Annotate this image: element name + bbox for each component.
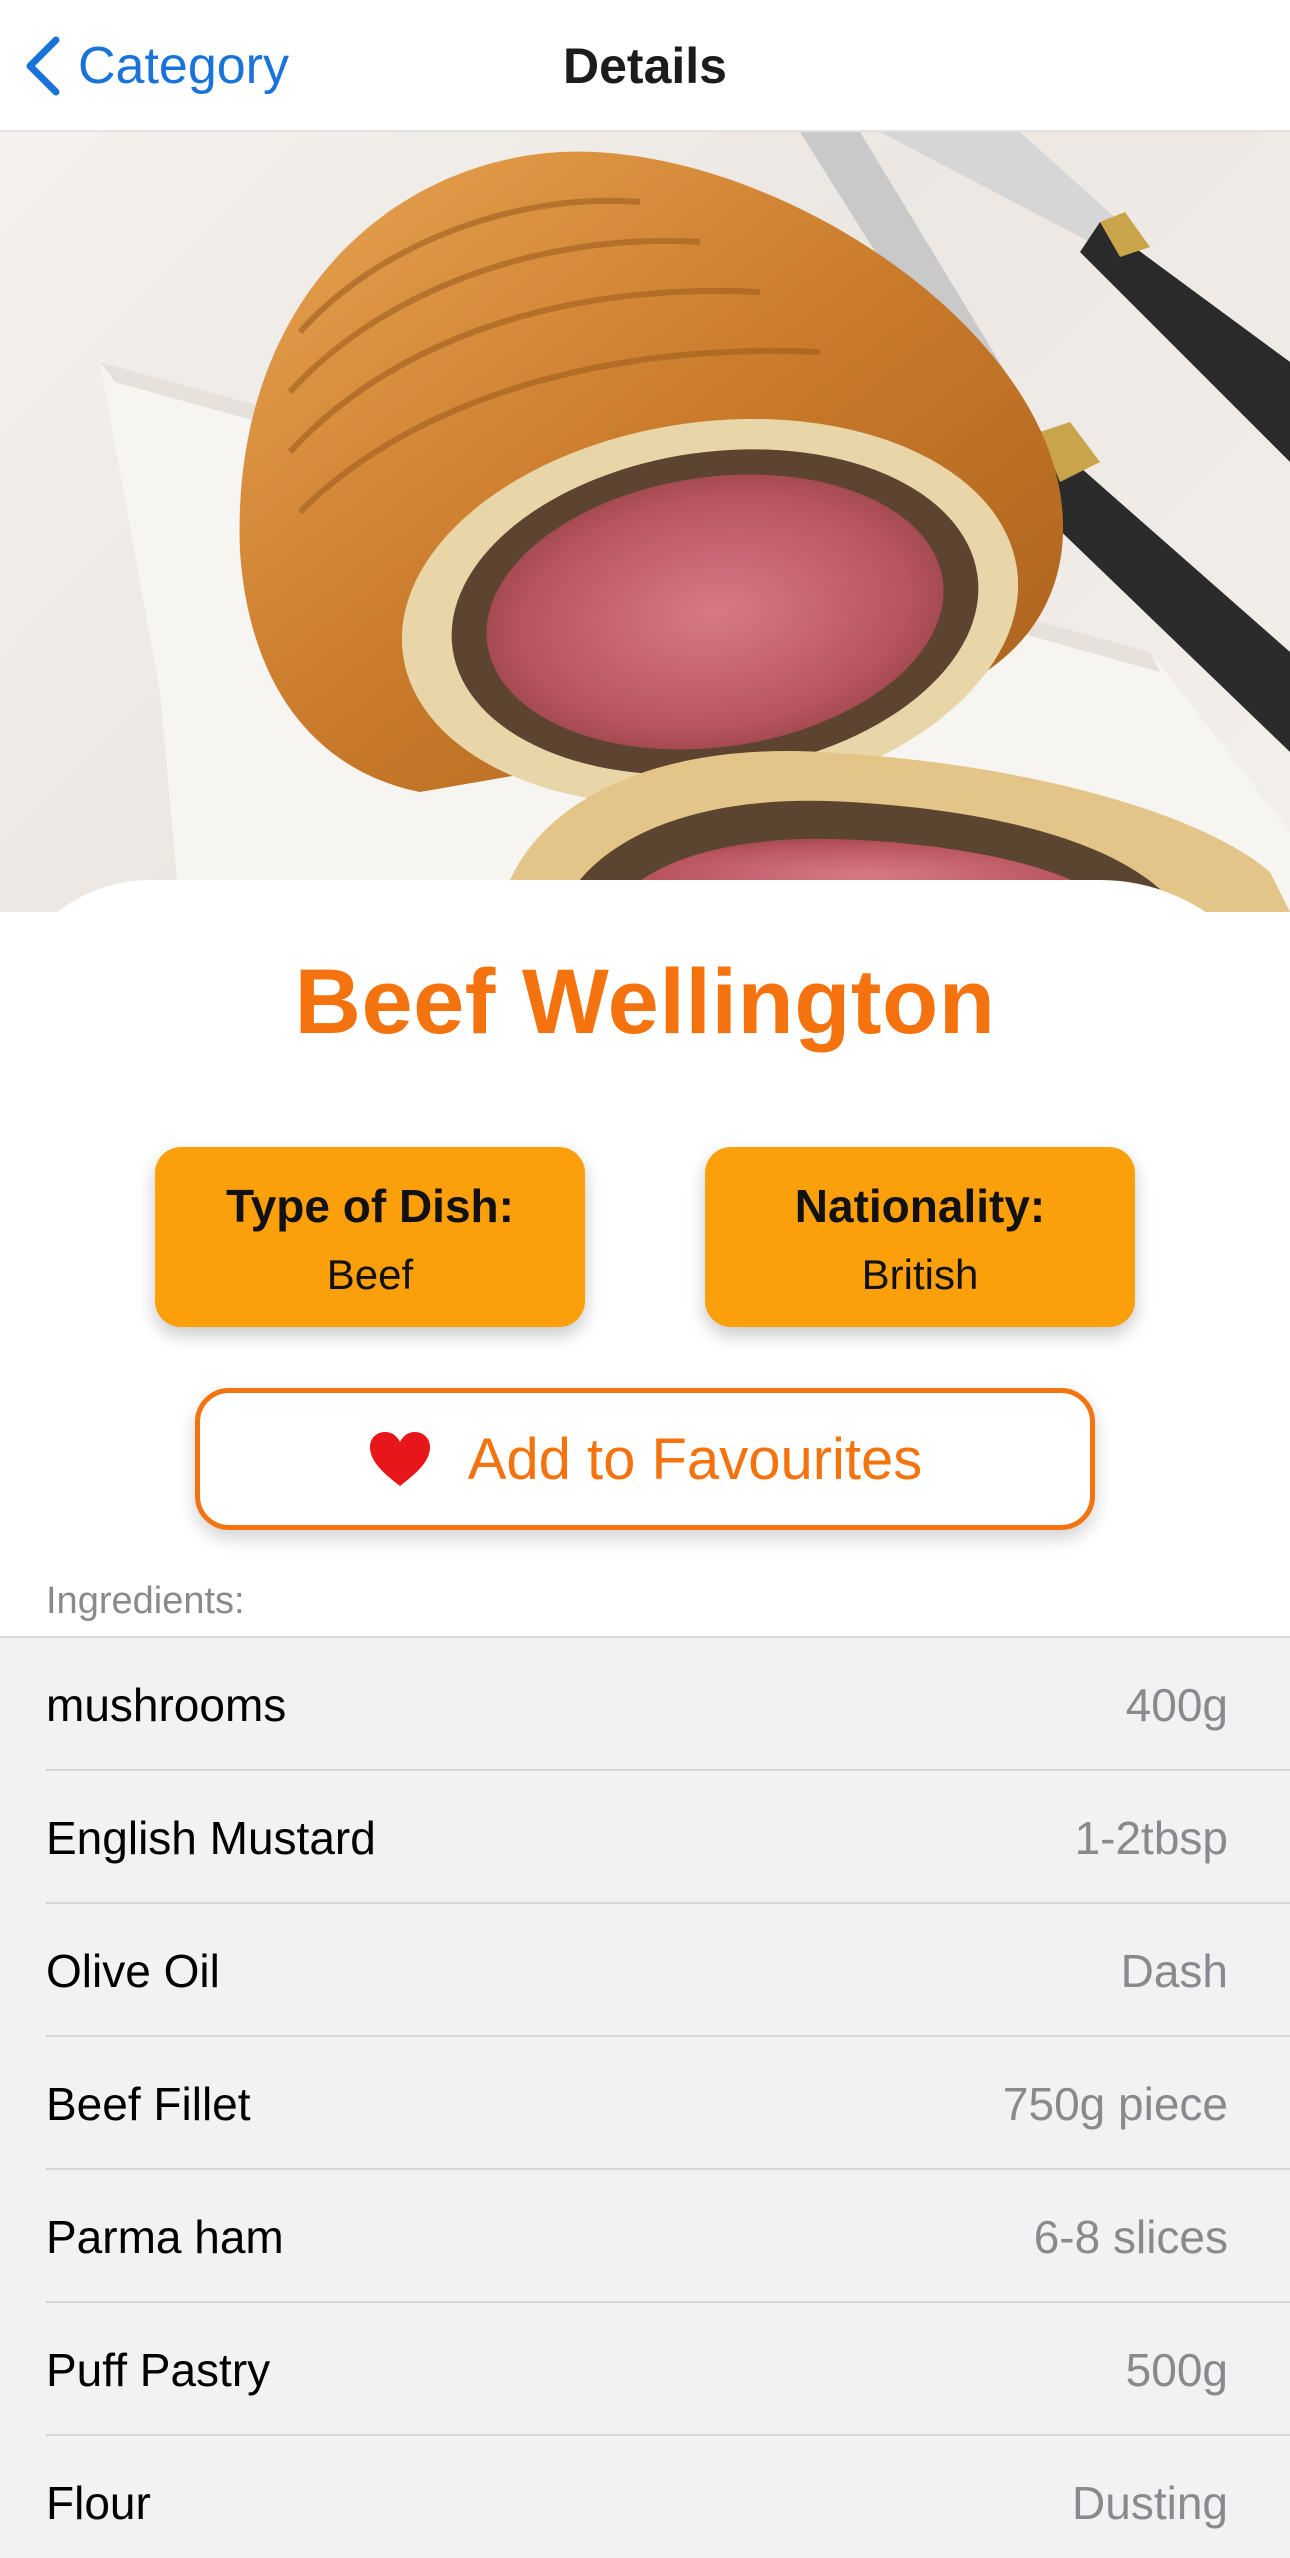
type-of-dish-value: Beef [326, 1251, 414, 1298]
page-title: Details [563, 38, 727, 94]
ingredients-list: mushrooms 400g English Mustard 1-2tbsp O… [0, 1636, 1290, 2558]
ingredient-quantity: 400g [1125, 1678, 1228, 1731]
list-item: Beef Fillet 750g piece [0, 2037, 1290, 2170]
type-of-dish-badge: Type of Dish: Beef [155, 1147, 585, 1327]
ingredient-name: Flour [46, 2476, 151, 2529]
food-photo-illustration [100, 132, 1290, 912]
ingredient-quantity: 6-8 slices [1033, 2210, 1228, 2263]
heart-icon [369, 1432, 430, 1486]
nationality-badge: Nationality: British [705, 1147, 1135, 1327]
list-item: Flour Dusting [0, 2436, 1290, 2558]
ingredients-header: Ingredients: [46, 1580, 245, 1622]
ingredient-quantity: 750g piece [1002, 2077, 1228, 2130]
list-item: English Mustard 1-2tbsp [0, 1771, 1290, 1904]
list-item: mushrooms 400g [0, 1638, 1290, 1771]
recipe-title: Beef Wellington [294, 951, 996, 1053]
add-to-favourites-button[interactable]: Add to Favourites [195, 1388, 1095, 1530]
list-item: Parma ham 6-8 slices [0, 2170, 1290, 2303]
ingredient-name: English Mustard [46, 1811, 376, 1864]
navigation-bar: Category Details [0, 0, 1290, 132]
list-item: Puff Pastry 500g [0, 2303, 1290, 2436]
ingredient-name: Olive Oil [46, 1944, 220, 1997]
ingredient-name: Puff Pastry [46, 2343, 271, 2396]
type-of-dish-label: Type of Dish: [226, 1180, 514, 1232]
ingredient-name: mushrooms [46, 1678, 287, 1731]
ingredient-name: Parma ham [46, 2210, 284, 2263]
ingredient-quantity: 500g [1125, 2343, 1228, 2396]
ingredient-name: Beef Fillet [46, 2077, 251, 2130]
nationality-label: Nationality: [794, 1180, 1046, 1232]
add-to-favourites-label: Add to Favourites [467, 1426, 923, 1492]
recipe-details-card: Beef Wellington Type of Dish: Beef Natio… [0, 880, 1290, 2558]
list-item: Olive Oil Dash [0, 1904, 1290, 2037]
recipe-photo [0, 132, 1290, 912]
ingredient-quantity: 1-2tbsp [1074, 1811, 1228, 1864]
nationality-value: British [861, 1251, 979, 1298]
ingredient-quantity: Dash [1120, 1944, 1228, 1997]
ingredient-quantity: Dusting [1072, 2476, 1228, 2529]
